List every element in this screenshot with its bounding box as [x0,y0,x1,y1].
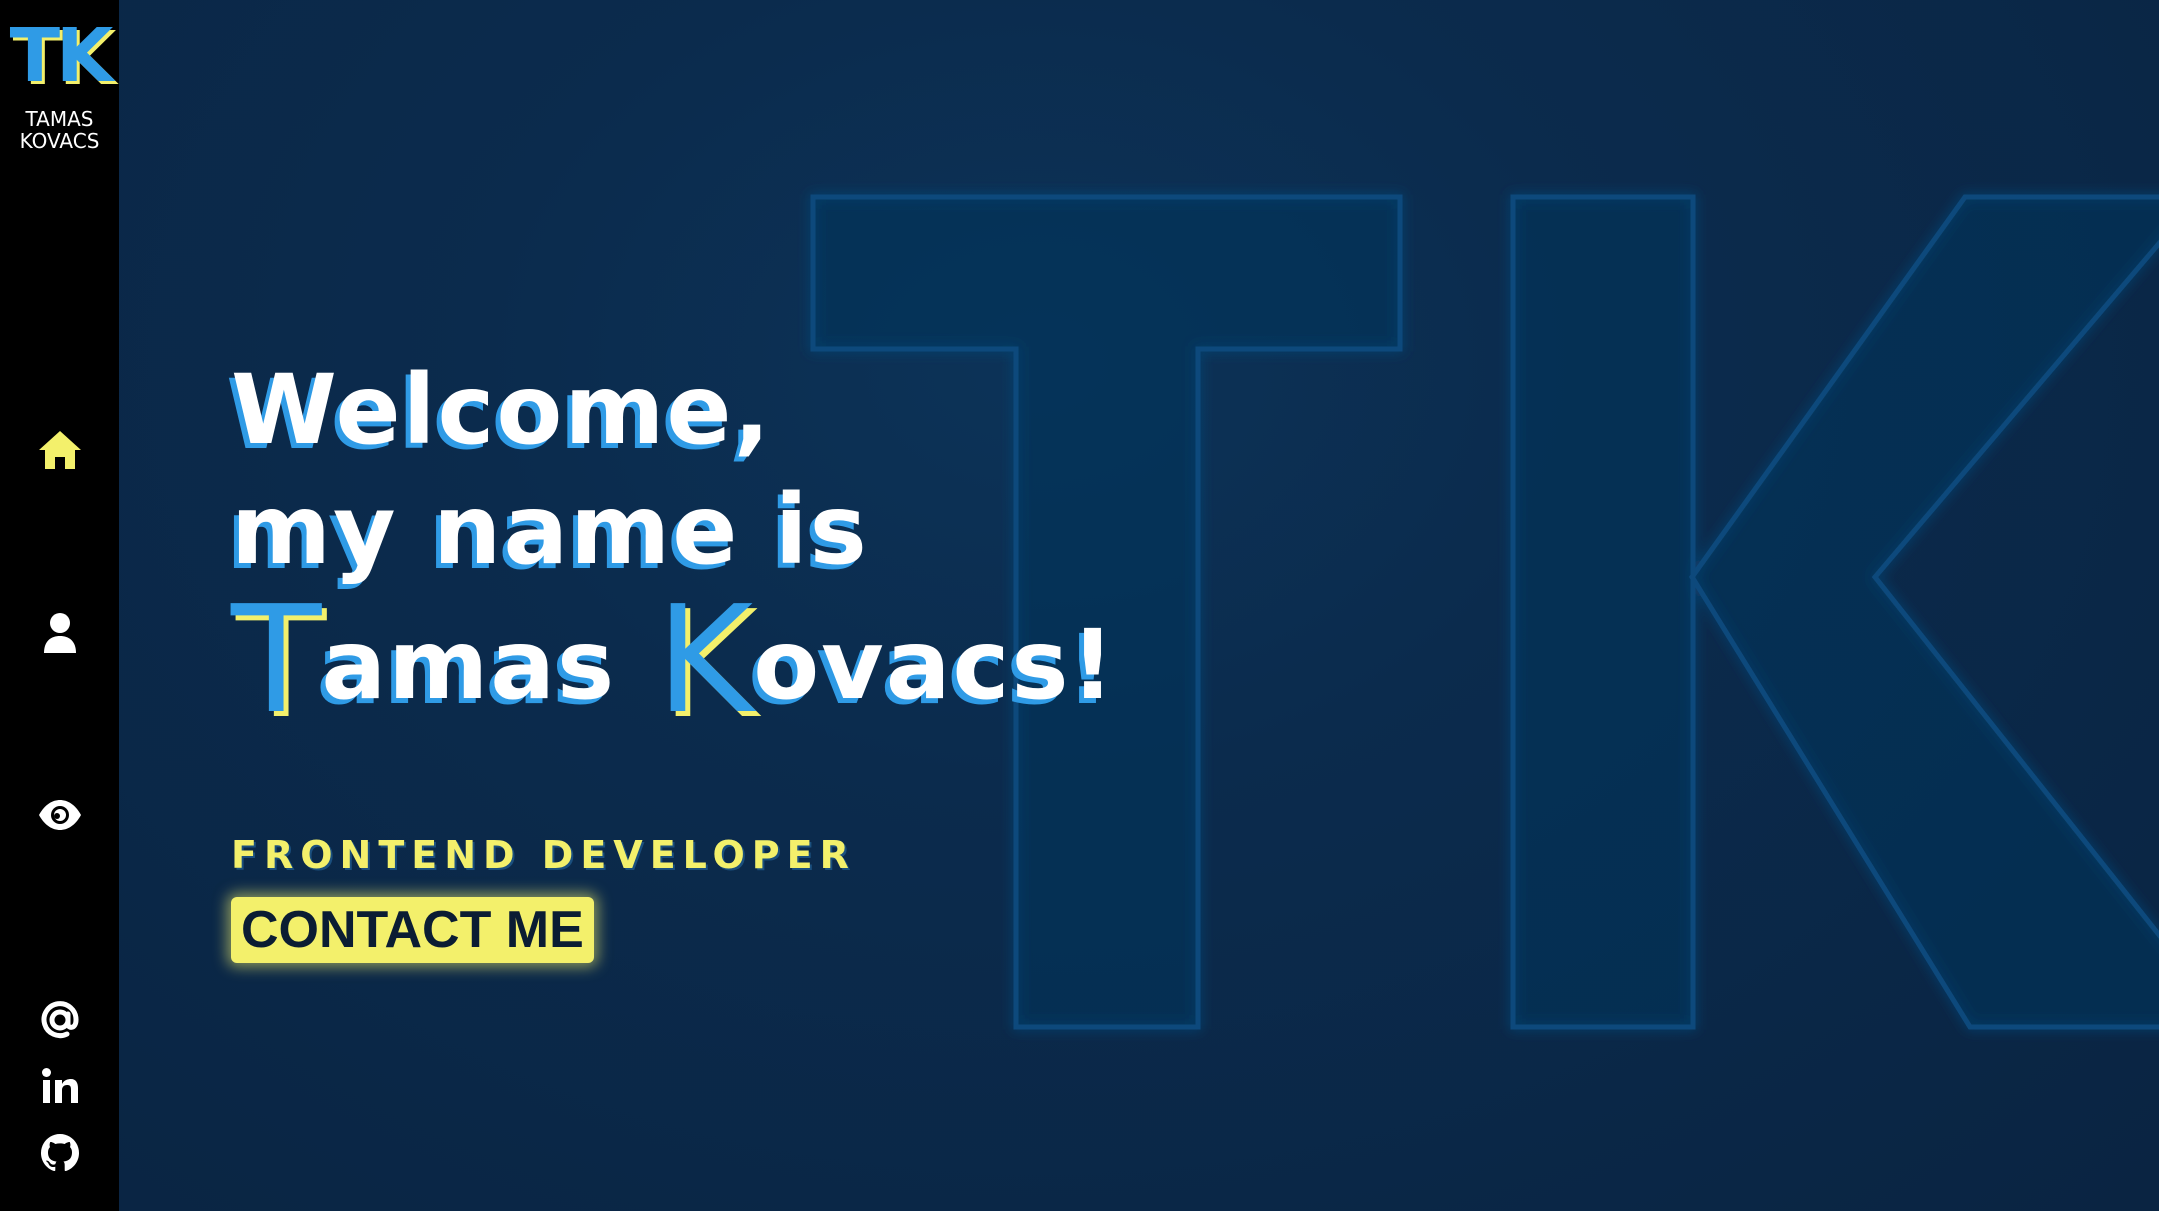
contact-me-button[interactable]: CONTACT ME [231,897,594,963]
first-name-initial: T [231,574,322,746]
social-email[interactable] [0,990,119,1050]
heading-name: T amas K ovacs! [231,574,1117,746]
background-letter-k-arms [1688,194,2159,1030]
logo-name: TAMAS KOVACS [19,107,100,153]
logo-mark: TK [9,13,114,99]
social-github[interactable] [0,1123,119,1183]
linkedin-icon [41,1067,79,1105]
hero-section: Welcome, my name is T amas K ovacs! FRON… [119,0,2159,1211]
last-name-initial: K [656,574,754,746]
nav-about[interactable] [0,603,119,663]
role-subtitle: FRONTEND DEVELOPER [231,833,856,877]
user-icon [42,612,78,654]
heading-line-intro: my name is [231,474,869,586]
sidebar: TK TAMAS KOVACS [0,0,119,1211]
first-name-rest: amas [321,609,617,721]
last-name-rest: ovacs! [753,609,1117,721]
home-icon [37,429,83,471]
nav-home[interactable] [0,420,119,480]
nav-portfolio[interactable] [0,785,119,845]
heading-line-welcome: Welcome, [231,354,772,466]
background-letter-k [1510,194,1696,1030]
hero-heading: Welcome, my name is T amas K ovacs! [231,350,1117,746]
eye-icon [37,799,83,831]
logo[interactable]: TK TAMAS KOVACS [0,14,119,152]
at-icon [39,999,81,1041]
github-icon [40,1133,80,1173]
social-linkedin[interactable] [0,1056,119,1116]
